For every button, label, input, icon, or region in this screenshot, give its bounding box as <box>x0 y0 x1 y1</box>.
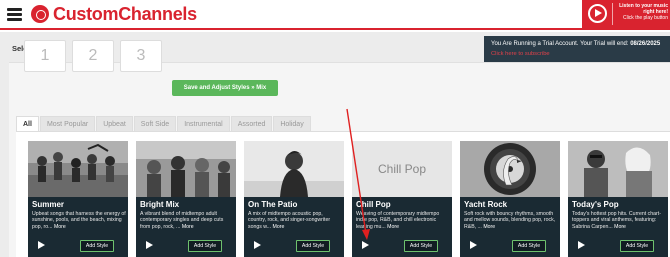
logo-text[interactable]: CustomChannels <box>53 4 197 25</box>
card-description: Today's hottest pop hits. Current chart-… <box>572 211 666 230</box>
add-style-button[interactable]: Add Style <box>296 240 330 252</box>
add-style-button[interactable]: Add Style <box>80 240 114 252</box>
todays-pop-image <box>568 141 668 197</box>
card-description: Upbeat songs that harness the energy of … <box>32 211 126 230</box>
play-icon[interactable] <box>38 241 45 249</box>
trial-notice: You Are Running a Trial Account. Your Tr… <box>484 36 670 62</box>
yacht-rock-image <box>460 141 560 197</box>
add-style-button[interactable]: Add Style <box>512 240 546 252</box>
play-icon[interactable] <box>470 241 477 249</box>
style-card-todays-pop[interactable]: Today's Pop Today's hottest pop hits. Cu… <box>568 141 668 257</box>
subscribe-link[interactable]: Click here to subscribe <box>491 51 550 57</box>
card-title: On The Patio <box>248 200 298 209</box>
top-header: CustomChannels Listen to your music righ… <box>0 0 670 30</box>
card-title: Chill Pop <box>356 200 391 209</box>
more-link[interactable]: More <box>273 224 285 230</box>
card-description: A mix of midtempo acoustic pop, country,… <box>248 211 342 230</box>
page-2-button[interactable]: 2 <box>72 40 114 72</box>
style-card-summer[interactable]: Summer Upbeat songs that harness the ene… <box>28 141 128 257</box>
add-style-button[interactable]: Add Style <box>404 240 438 252</box>
play-icon[interactable] <box>362 241 369 249</box>
play-icon[interactable] <box>146 241 153 249</box>
play-circle-icon[interactable] <box>588 4 607 23</box>
add-style-button[interactable]: Add Style <box>620 240 654 252</box>
tab-assorted[interactable]: Assorted <box>230 116 273 131</box>
promo-text: Listen to your music right here! Click t… <box>616 3 670 22</box>
trial-end-date: 08/26/2025 <box>630 41 661 47</box>
promo-line-1: Listen to your music <box>619 3 668 9</box>
promo-line-3: Click the play button <box>622 15 668 22</box>
play-icon[interactable] <box>578 241 585 249</box>
summer-image <box>28 141 128 197</box>
play-icon[interactable] <box>254 241 261 249</box>
add-style-button[interactable]: Add Style <box>188 240 222 252</box>
more-link[interactable]: More <box>483 224 495 230</box>
card-title: Today's Pop <box>572 200 619 209</box>
tab-holiday[interactable]: Holiday <box>273 116 311 131</box>
bright-mix-image <box>136 141 236 197</box>
tab-all[interactable]: All <box>16 116 39 131</box>
card-description: Soft rock with bouncy rhythms, smooth an… <box>464 211 558 230</box>
card-desc-text: Upbeat songs that harness the energy of … <box>32 211 126 230</box>
card-title: Bright Mix <box>140 200 180 209</box>
style-tabs: All Most Popular Upbeat Soft Side Instru… <box>16 116 312 131</box>
card-desc-text: Soft rock with bouncy rhythms, smooth an… <box>464 211 556 230</box>
tab-soft-side[interactable]: Soft Side <box>133 116 177 131</box>
promo-divider <box>612 3 613 25</box>
chill-pop-image-text: Chill Pop <box>377 162 427 176</box>
tab-upbeat[interactable]: Upbeat <box>96 116 133 131</box>
style-card-on-the-patio[interactable]: On The Patio A mix of midtempo acoustic … <box>244 141 344 257</box>
card-description: A vibrant blend of midtempo adult contem… <box>140 211 234 230</box>
tab-instrumental[interactable]: Instrumental <box>177 116 230 131</box>
card-description: Weaving of contemporary midtempo indie p… <box>356 211 450 230</box>
card-title: Summer <box>32 200 65 209</box>
card-desc-text: A mix of midtempo acoustic pop, country,… <box>248 211 331 230</box>
logo-icon <box>31 5 49 23</box>
tabs-underline <box>16 131 670 132</box>
style-card-chill-pop[interactable]: Chill Pop Chill Pop Weaving of contempor… <box>352 141 452 257</box>
more-link[interactable]: More <box>182 224 194 230</box>
listen-promo-banner[interactable]: Listen to your music right here! Click t… <box>582 0 670 28</box>
chill-pop-image: Chill Pop <box>352 141 452 197</box>
card-title: Yacht Rock <box>464 200 508 209</box>
hamburger-menu-icon[interactable] <box>7 8 22 21</box>
trial-message-text: You Are Running a Trial Account. Your Tr… <box>491 41 631 47</box>
save-and-adjust-button[interactable]: Save and Adjust Styles » Mix <box>172 80 278 96</box>
page-1-button[interactable]: 1 <box>24 40 66 72</box>
page-3-button[interactable]: 3 <box>120 40 162 72</box>
more-link[interactable]: More <box>54 224 66 230</box>
more-link[interactable]: More <box>387 224 399 230</box>
trial-message: You Are Running a Trial Account. Your Tr… <box>491 41 660 47</box>
style-card-yacht-rock[interactable]: Yacht Rock Soft rock with bouncy rhythms… <box>460 141 560 257</box>
patio-image <box>244 141 344 197</box>
tab-most-popular[interactable]: Most Popular <box>39 116 96 131</box>
more-link[interactable]: More <box>614 224 626 230</box>
promo-line-2: right here! <box>643 9 668 16</box>
style-card-bright-mix[interactable]: Bright Mix A vibrant blend of midtempo a… <box>136 141 236 257</box>
